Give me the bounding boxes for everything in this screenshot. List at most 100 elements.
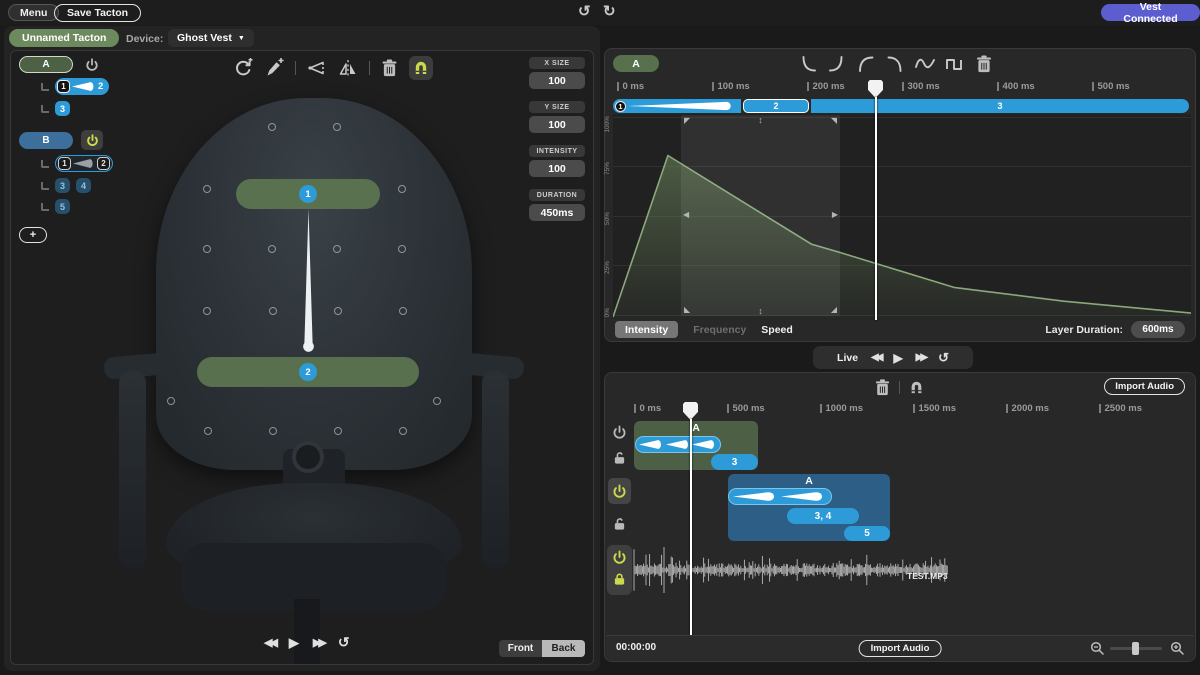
lock-closed-icon[interactable] [613, 572, 626, 586]
resize-handle-bottom-left[interactable]: ◣ [684, 306, 690, 314]
track2-power-button[interactable] [608, 478, 631, 504]
device-select[interactable]: Ghost Vest ▼ [168, 29, 254, 47]
motor-dot[interactable] [334, 427, 342, 435]
tree-item-a-swipe[interactable]: 1 2 [55, 78, 109, 95]
back-view-button[interactable]: Back [542, 640, 585, 657]
pen-add-icon[interactable] [264, 58, 284, 78]
play-icon[interactable]: ▶ [289, 635, 299, 651]
timeline-playhead-handle[interactable] [683, 402, 698, 420]
layer-playhead-handle[interactable] [868, 80, 883, 98]
tab-intensity[interactable]: Intensity [615, 321, 678, 338]
motor-dot[interactable] [203, 185, 211, 193]
trash-icon[interactable] [381, 59, 398, 77]
motor-dot[interactable] [204, 427, 212, 435]
lock-open-icon[interactable] [613, 451, 626, 465]
loop-icon[interactable]: ↺ [938, 350, 949, 366]
envelope-plot[interactable]: 100% 75% 50% 25% 0% ◤ ◥ ◣ ◢ [613, 114, 1191, 320]
layer-ruler[interactable]: 0 ms 100 ms 200 ms 300 ms 400 ms 500 ms [605, 82, 1195, 95]
lock-open-icon[interactable] [613, 517, 626, 531]
curve-ease-in-icon[interactable] [798, 54, 818, 74]
y-size-value[interactable]: 100 [529, 116, 585, 133]
layer-duration-value[interactable]: 600ms [1131, 321, 1185, 338]
projection-icon[interactable] [307, 59, 327, 77]
save-tacton-button[interactable]: Save Tacton [54, 4, 141, 22]
selection-box[interactable]: ◤ ◥ ◣ ◢ ↕ ↕ ◀ ▶ [681, 115, 840, 316]
layer-tab-a[interactable]: A [613, 55, 659, 72]
haptic-zone-1[interactable]: 1 [236, 179, 380, 209]
swipe-path-indicator[interactable] [301, 209, 316, 361]
duration-value[interactable]: 450ms [529, 204, 585, 221]
layer-playhead-line[interactable] [875, 97, 877, 320]
resize-handle-right[interactable]: ▶ [832, 211, 838, 219]
vest-connected-button[interactable]: Vest Connected [1101, 4, 1200, 21]
motor-dot[interactable] [399, 307, 407, 315]
rotate-add-icon[interactable] [233, 58, 253, 78]
tree-item-b-4[interactable]: 4 [76, 178, 91, 193]
tacton-name-button[interactable]: Unnamed Tacton [9, 29, 119, 47]
import-audio-button[interactable]: Import Audio [1104, 378, 1185, 395]
motor-dot[interactable] [333, 245, 341, 253]
tree-item-b-3[interactable]: 3 [55, 178, 70, 193]
track1-event-badge[interactable]: 3 [711, 454, 758, 470]
audio-clip[interactable]: TEST.MP3 [633, 545, 951, 597]
zoom-slider-handle[interactable] [1132, 642, 1139, 655]
track1-swipe-bar[interactable] [635, 436, 721, 453]
motor-dot[interactable] [333, 123, 341, 131]
trash-icon[interactable] [875, 379, 890, 396]
motor-dot[interactable] [268, 245, 276, 253]
motor-dot[interactable] [203, 245, 211, 253]
timeline-playhead-line[interactable] [690, 419, 692, 637]
tree-group-a[interactable]: A [19, 56, 73, 73]
motor-dot[interactable] [399, 427, 407, 435]
curve-ease-out-icon[interactable] [827, 54, 847, 74]
rewind-icon[interactable]: ◀◀ [264, 636, 275, 649]
power-icon[interactable] [85, 58, 99, 72]
rewind-icon[interactable]: ◀◀ [871, 352, 880, 363]
tree-item-a-3[interactable]: 3 [55, 101, 70, 116]
motor-dot[interactable] [433, 397, 441, 405]
power-button-group-b[interactable] [81, 130, 103, 150]
undo-icon[interactable]: ↺ [578, 2, 591, 20]
trash-icon[interactable] [976, 55, 992, 73]
tree-item-b-swipe[interactable]: 1 2 [55, 155, 113, 172]
track2-event-badge-2[interactable]: 5 [844, 526, 890, 541]
fast-forward-icon[interactable]: ▶▶ [916, 352, 925, 363]
motor-dot[interactable] [268, 123, 276, 131]
tree-group-b[interactable]: B [19, 132, 73, 149]
front-view-button[interactable]: Front [499, 640, 542, 657]
haptic-zone-2[interactable]: 2 [197, 357, 419, 387]
segment-3[interactable]: 3 [811, 99, 1189, 113]
segment-2-selected[interactable]: 2 [743, 99, 809, 113]
redo-icon[interactable]: ↻ [603, 2, 616, 20]
add-layer-button[interactable]: + [19, 227, 47, 243]
track2-swipe-bar[interactable] [728, 488, 832, 505]
resize-handle-left[interactable]: ◀ [683, 211, 689, 219]
power-icon[interactable] [612, 425, 627, 440]
tab-speed[interactable]: Speed [761, 324, 793, 336]
motor-dot[interactable] [167, 397, 175, 405]
resize-handle-top[interactable]: ↕ [758, 116, 763, 124]
play-icon[interactable]: ▶ [893, 351, 902, 365]
resize-handle-top-left[interactable]: ◤ [684, 117, 690, 125]
motor-dot[interactable] [334, 307, 342, 315]
motor-dot[interactable] [398, 245, 406, 253]
snap-magnet-button[interactable] [409, 56, 433, 80]
track2-event-badge-1[interactable]: 3, 4 [787, 508, 859, 524]
magnet-icon[interactable] [909, 380, 924, 395]
zoom-in-icon[interactable] [1170, 641, 1184, 655]
sine-wave-icon[interactable] [914, 54, 936, 74]
import-audio-button-bottom[interactable]: Import Audio [859, 640, 942, 657]
square-wave-icon[interactable] [945, 54, 965, 74]
timeline-zoom-slider[interactable] [1110, 647, 1162, 650]
live-button[interactable]: Live [837, 352, 858, 364]
resize-handle-bottom[interactable]: ↕ [758, 307, 763, 315]
motor-dot[interactable] [269, 427, 277, 435]
segment-1[interactable]: 1 [613, 99, 741, 113]
zoom-out-icon[interactable] [1090, 641, 1104, 655]
motor-dot[interactable] [269, 307, 277, 315]
curve-fall-icon[interactable] [885, 54, 905, 74]
motor-dot[interactable] [398, 185, 406, 193]
fast-forward-icon[interactable]: ▶▶ [313, 636, 324, 649]
menu-button[interactable]: Menu [8, 4, 59, 21]
curve-rise-icon[interactable] [856, 54, 876, 74]
